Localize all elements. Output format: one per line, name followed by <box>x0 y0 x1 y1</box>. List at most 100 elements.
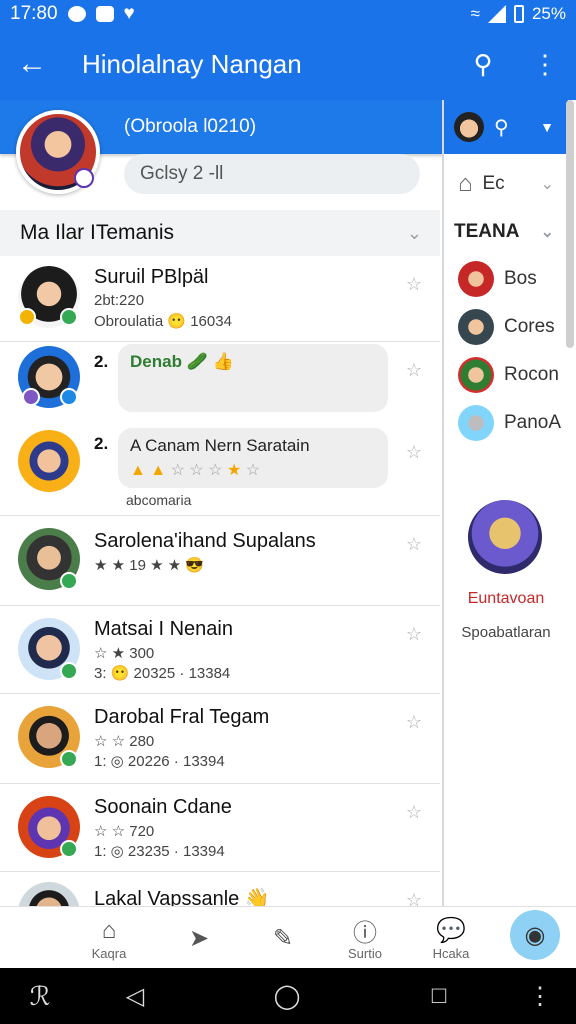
list-item[interactable]: Sarolena'ihand Supalans ★ ★ 19 ★ ★ 😎 ☆ <box>0 516 440 606</box>
avatar <box>458 357 494 393</box>
avatar <box>458 309 494 345</box>
star-icon[interactable]: ☆ <box>406 712 422 733</box>
star-icon[interactable]: ☆ <box>406 442 422 463</box>
message-icon <box>95 6 114 22</box>
twitter-badge-icon <box>60 388 78 406</box>
panel-section-header[interactable]: TEANA ⌄ <box>444 212 568 252</box>
panel-section-title: TEANA <box>454 221 520 242</box>
item-number: 2. <box>94 352 109 371</box>
scrollbar[interactable] <box>566 100 574 348</box>
emoji-icon: 👍 <box>212 352 234 371</box>
star-icon[interactable]: ☆ <box>406 274 422 295</box>
edit-icon: ✎ <box>272 924 294 952</box>
contact-name: Soonain Cdane <box>94 796 232 818</box>
search-user-icon[interactable]: ⚲ <box>494 115 509 140</box>
support-fab[interactable]: ◉ <box>510 910 560 960</box>
avatar <box>458 261 494 297</box>
profile-id: (Obroola l0210) <box>124 116 257 137</box>
panel-person[interactable]: Cores <box>444 304 568 350</box>
panel-home-label: Ec <box>482 173 505 194</box>
star-icon[interactable]: ☆ <box>406 624 422 645</box>
contact-rating: ☆ ☆ 720 <box>94 823 155 840</box>
panel-person[interactable]: Rocon <box>444 352 568 398</box>
contact-list: Suruil PBlpäl 2bt:220 Obroulatia 😶 16034… <box>0 256 440 906</box>
back-button[interactable]: ← <box>0 28 64 100</box>
dropdown-icon[interactable]: ▼ <box>540 119 554 135</box>
list-item[interactable]: Suruil PBlpäl 2bt:220 Obroulatia 😶 16034… <box>0 256 440 342</box>
forward-icon: ➤ <box>188 924 210 952</box>
nav-chat[interactable]: 💬 Hcaka <box>406 907 496 969</box>
search-input[interactable]: Gclsy 2 -ll <box>124 154 420 194</box>
star-icon[interactable]: ☆ <box>406 534 422 555</box>
list-item[interactable]: Matsai I Nenain ☆ ★ 300 3: 😶 20325 · 133… <box>0 606 440 694</box>
signal-icon <box>487 5 506 23</box>
contact-rating: ☆ ☆ 280 <box>94 733 155 750</box>
panel-person-name: PanoA <box>504 412 562 433</box>
back-nav-button[interactable]: ◁ <box>110 968 160 1024</box>
list-item[interactable]: Lakal Vapssanle 👋 ☆ <box>0 872 440 906</box>
more-vert-icon[interactable]: ⋮ <box>520 968 560 1024</box>
section-title: Ma Ilar ITemanis <box>20 221 175 244</box>
message-bubble[interactable]: Denab 🥒 👍 <box>118 344 388 412</box>
search-input-text: Gclsy 2 -ll <box>140 163 224 184</box>
contact-status: Obroulatia 😶 16034 <box>94 313 232 330</box>
section-header[interactable]: Ma Ilar ITemanis ⌄ <box>0 210 440 256</box>
info-icon: ⓘ <box>353 920 377 947</box>
panel-person-name: Cores <box>504 316 555 337</box>
online-badge-icon <box>60 750 78 768</box>
list-item[interactable]: 2. A Canam Nern Saratain ▲ ▲ ☆ ☆ ☆ ★ ☆ a… <box>0 428 440 516</box>
nav-edit[interactable]: ✎ <box>238 907 328 969</box>
clock: 17:80 <box>10 3 58 24</box>
online-badge-icon <box>60 308 78 326</box>
bubble-text: Denab <box>130 352 182 371</box>
featured-name: Euntavoan <box>467 590 545 607</box>
online-badge-icon <box>60 840 78 858</box>
emoji-icon: 🥒 <box>186 352 208 371</box>
contact-rating: ★ ★ 19 ★ ★ 😎 <box>94 557 204 574</box>
more-button[interactable]: ⋮ <box>514 28 576 100</box>
status-bar: 17:80 ♥ ≈ 25% <box>0 0 576 28</box>
panel-home-row[interactable]: ⌂ Ec ⌄ <box>444 164 568 204</box>
search-button[interactable]: ⚲ <box>452 28 514 100</box>
chevron-down-icon: ⌄ <box>540 176 554 193</box>
home-nav-button[interactable]: ◯ <box>262 968 312 1024</box>
featured-avatar[interactable] <box>468 500 542 574</box>
home-icon: ⌂ <box>101 916 117 944</box>
featured-subtitle: Spoabatlaran <box>461 624 551 641</box>
bottom-navigation: ⌂ Kaqra ➤ ✎ ⓘ Surtio 💬 Hcaka <box>0 906 576 968</box>
panel-person[interactable]: PanoA <box>444 400 568 446</box>
avatar <box>18 882 80 906</box>
home-icon: ⌂ <box>458 170 473 197</box>
contact-status: 3: 😶 20325 · 13384 <box>94 665 231 682</box>
right-panel: ⚲ ▼ ⌂ Ec ⌄ TEANA ⌄ Bos Cores Rocon PanoA… <box>442 100 568 908</box>
nav-info[interactable]: ⓘ Surtio <box>320 907 410 969</box>
avatar <box>18 430 80 492</box>
contact-rating: ☆ ★ 300 <box>94 645 155 662</box>
message-bubble[interactable]: A Canam Nern Saratain ▲ ▲ ☆ ☆ ☆ ★ ☆ <box>118 428 388 488</box>
chevron-down-icon: ⌄ <box>540 224 554 241</box>
online-badge-icon <box>60 572 78 590</box>
contact-detail: 2bt:220 <box>94 292 145 309</box>
system-navigation: ℛ ◁ ◯ □ ⋮ <box>0 968 576 1024</box>
nav-forward[interactable]: ➤ <box>154 907 244 969</box>
list-item[interactable]: 2. Denab 🥒 👍 ☆ <box>0 342 440 428</box>
recents-nav-button[interactable]: □ <box>414 968 464 1024</box>
nfc-icon: ≈ <box>470 4 480 23</box>
rating-stars: ▲ ▲ ☆ ☆ ☆ ★ ☆ <box>130 462 261 479</box>
star-icon[interactable]: ☆ <box>406 360 422 381</box>
panel-person[interactable]: Bos <box>444 256 568 302</box>
user-avatar[interactable] <box>454 112 484 142</box>
star-icon[interactable]: ☆ <box>406 890 422 906</box>
online-badge-icon <box>60 662 78 680</box>
battery-icon <box>513 5 524 23</box>
profile-avatar[interactable] <box>16 110 100 194</box>
chat-icon: 💬 <box>436 917 466 944</box>
contact-status: 1: ◎ 20226 · 13394 <box>94 753 225 770</box>
list-item[interactable]: Darobal Fral Tegam ☆ ☆ 280 1: ◎ 20226 · … <box>0 694 440 784</box>
right-panel-header: ⚲ ▼ <box>444 100 568 154</box>
contact-status: 1: ◎ 23235 · 13394 <box>94 843 225 860</box>
star-icon[interactable]: ☆ <box>406 802 422 823</box>
list-item[interactable]: Soonain Cdane ☆ ☆ 720 1: ◎ 23235 · 13394… <box>0 784 440 872</box>
nav-home[interactable]: ⌂ Kaqra <box>64 907 154 969</box>
accessibility-icon[interactable]: ℛ <box>20 968 60 1024</box>
